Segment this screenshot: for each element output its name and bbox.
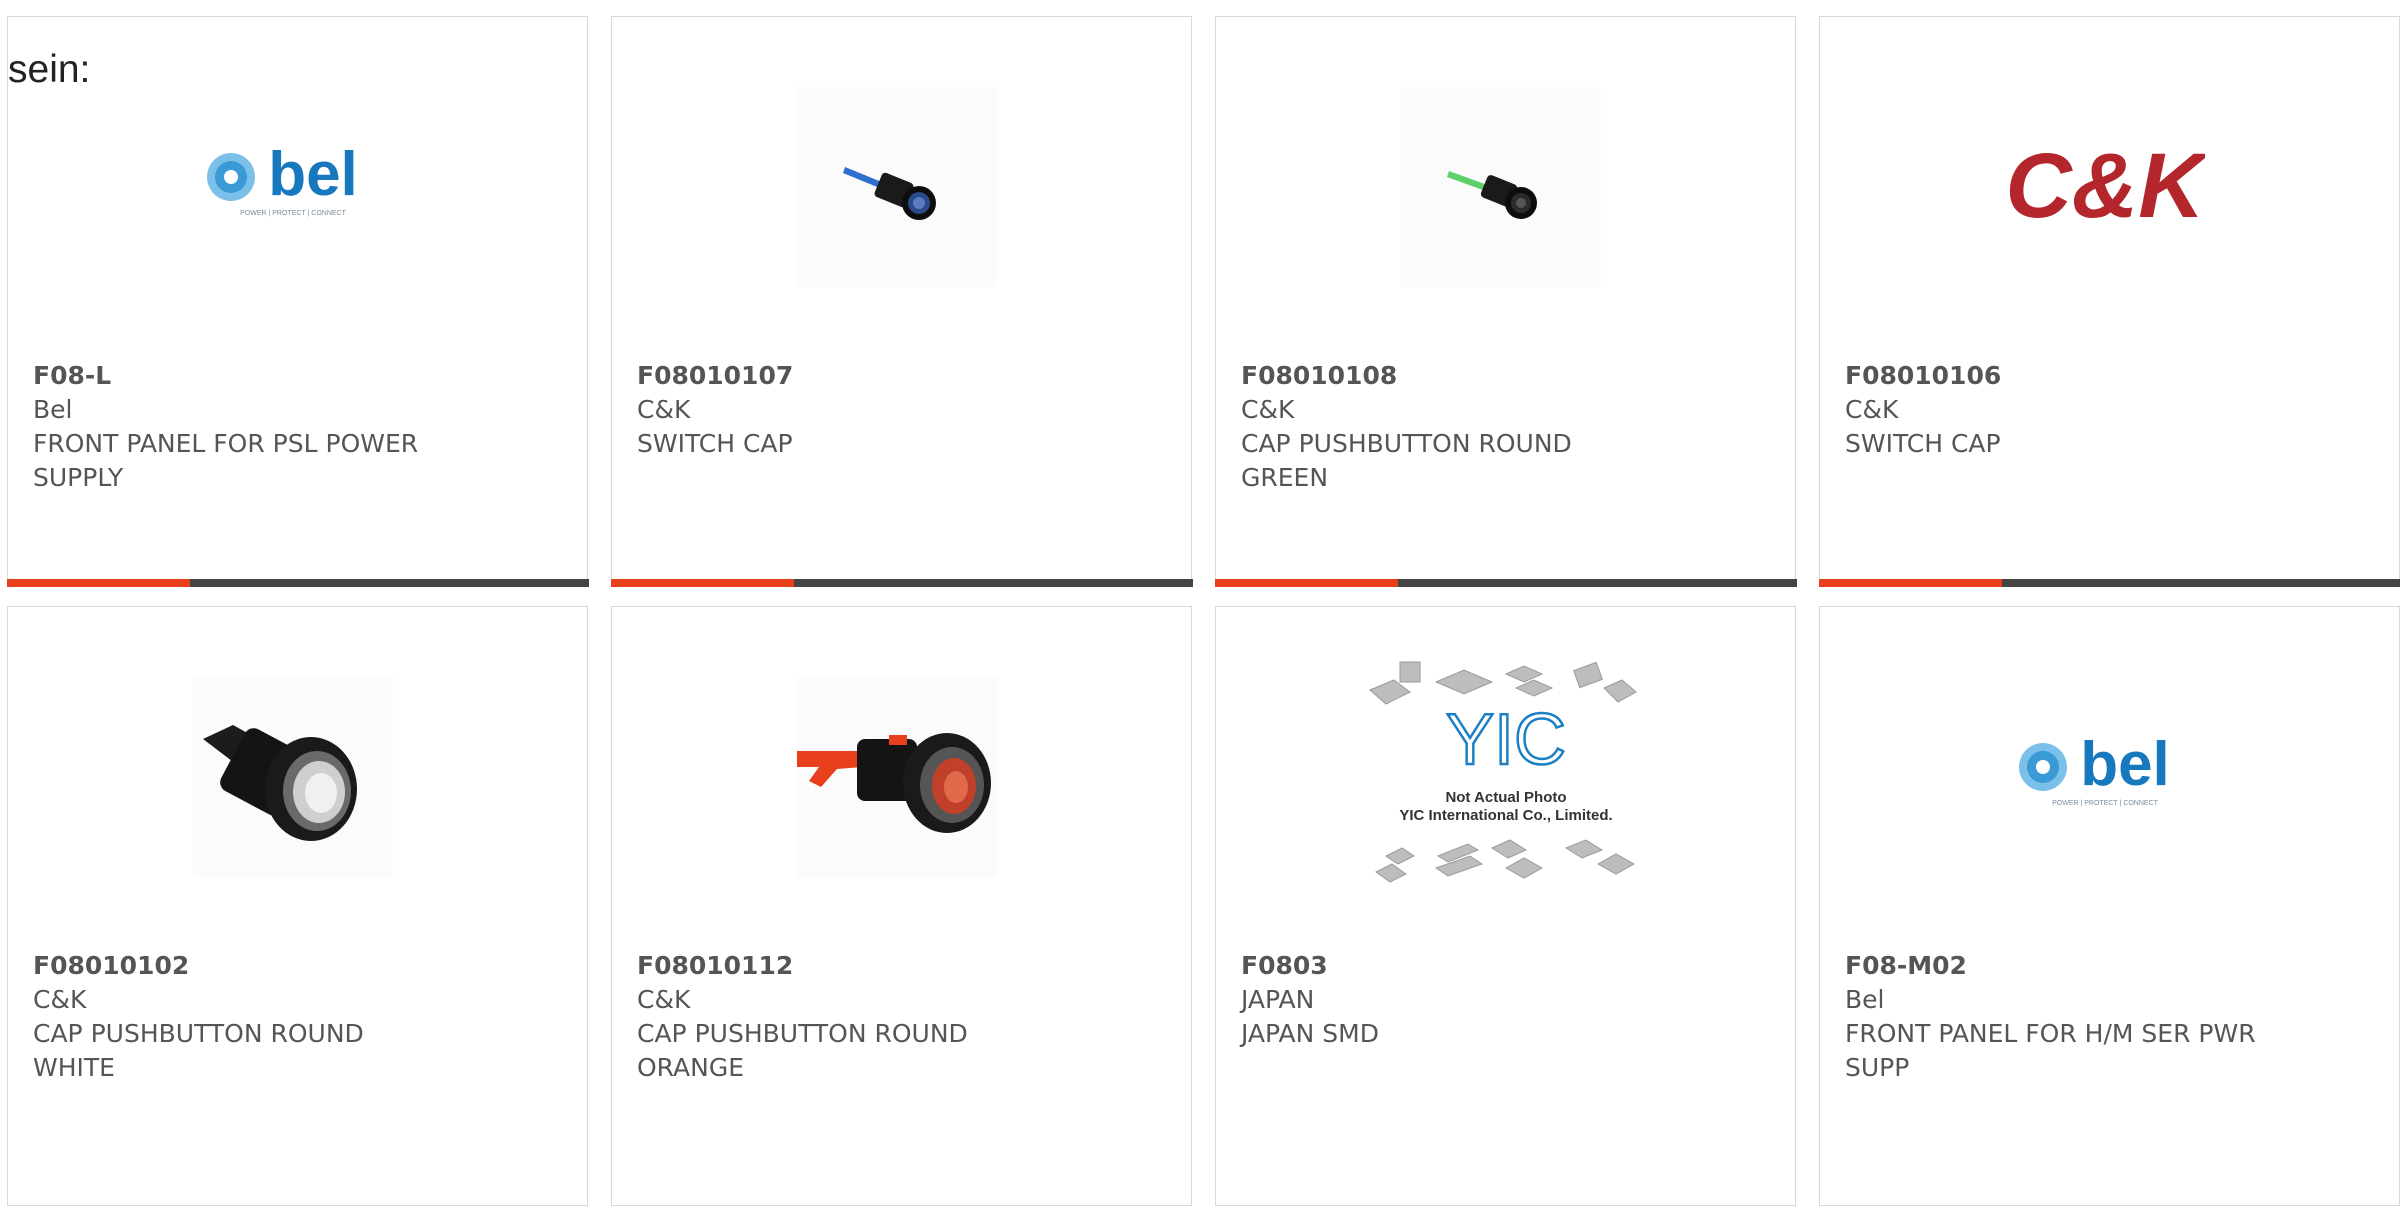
- part-number[interactable]: F08010106: [1845, 359, 2379, 393]
- description: FRONT PANEL FOR H/M SER PWR SUPP: [1845, 1017, 2265, 1085]
- svg-text:YIC International Co., Limited: YIC International Co., Limited.: [1399, 807, 1612, 824]
- svg-text:YIC: YIC: [1446, 700, 1566, 780]
- card-accent-bar: [611, 579, 1193, 587]
- svg-text:C&K: C&K: [2005, 135, 2205, 237]
- product-image[interactable]: [797, 87, 997, 287]
- product-image[interactable]: [193, 677, 393, 877]
- product-card[interactable]: bel POWER | PROTECT | CONNECT F08-M02 Be…: [1819, 606, 2400, 1206]
- svg-text:bel: bel: [2080, 730, 2170, 799]
- manufacturer: C&K: [1845, 393, 2379, 427]
- card-accent-bar: [1819, 579, 2400, 587]
- pushbutton-white-icon: [193, 677, 393, 877]
- product-image[interactable]: bel POWER | PROTECT | CONNECT: [2005, 677, 2205, 877]
- description: CAP PUSHBUTTON ROUND GREEN: [1241, 427, 1661, 495]
- product-card[interactable]: F08010107 C&K SWITCH CAP: [611, 16, 1192, 586]
- product-image[interactable]: YIC Not Actual Photo YIC International C…: [1366, 677, 1646, 877]
- part-number[interactable]: F08-L: [33, 359, 567, 393]
- part-number[interactable]: F08010102: [33, 949, 567, 983]
- pushbutton-orange-icon: [797, 677, 997, 877]
- part-number[interactable]: F08010112: [637, 949, 1171, 983]
- description: SWITCH CAP: [637, 427, 1057, 461]
- part-number[interactable]: F08-M02: [1845, 949, 2379, 983]
- card-accent-bar: [7, 579, 589, 587]
- part-number[interactable]: F0803: [1241, 949, 1775, 983]
- product-image[interactable]: C&K: [2005, 87, 2205, 287]
- product-card[interactable]: F08010108 C&K CAP PUSHBUTTON ROUND GREEN: [1215, 16, 1796, 586]
- bel-logo-icon: bel POWER | PROTECT | CONNECT: [2005, 677, 2205, 877]
- switch-cap-blue-icon: [797, 87, 997, 287]
- manufacturer: Bel: [1845, 983, 2379, 1017]
- product-image[interactable]: bel POWER | PROTECT | CONNECT: [193, 87, 393, 287]
- svg-text:POWER | PROTECT | CONNECT: POWER | PROTECT | CONNECT: [2052, 800, 2159, 807]
- manufacturer: C&K: [33, 983, 567, 1017]
- bel-logo-icon: bel POWER | PROTECT | CONNECT: [193, 87, 393, 287]
- yic-placeholder-icon: YIC Not Actual Photo YIC International C…: [1366, 652, 1646, 902]
- product-card[interactable]: bel POWER | PROTECT | CONNECT F08-L Bel …: [7, 16, 588, 586]
- product-card[interactable]: C&K F08010106 C&K SWITCH CAP: [1819, 16, 2400, 586]
- manufacturer: C&K: [637, 983, 1171, 1017]
- intro-text: sein:: [8, 44, 90, 96]
- product-card[interactable]: YIC Not Actual Photo YIC International C…: [1215, 606, 1796, 1206]
- card-accent-bar: [1215, 579, 1797, 587]
- description: JAPAN SMD: [1241, 1017, 1661, 1051]
- product-card[interactable]: F08010112 C&K CAP PUSHBUTTON ROUND ORANG…: [611, 606, 1192, 1206]
- description: CAP PUSHBUTTON ROUND ORANGE: [637, 1017, 1057, 1085]
- svg-text:POWER | PROTECT | CONNECT: POWER | PROTECT | CONNECT: [240, 210, 347, 217]
- product-image[interactable]: [1401, 87, 1601, 287]
- part-number[interactable]: F08010108: [1241, 359, 1775, 393]
- switch-cap-green-icon: [1401, 87, 1601, 287]
- part-number[interactable]: F08010107: [637, 359, 1171, 393]
- description: FRONT PANEL FOR PSL POWER SUPPLY: [33, 427, 453, 495]
- manufacturer: C&K: [1241, 393, 1775, 427]
- manufacturer: JAPAN: [1241, 983, 1775, 1017]
- svg-text:Not Actual Photo: Not Actual Photo: [1445, 789, 1566, 806]
- ck-logo-icon: C&K: [2005, 87, 2205, 287]
- svg-text:bel: bel: [268, 140, 358, 209]
- manufacturer: Bel: [33, 393, 567, 427]
- product-image[interactable]: [797, 677, 997, 877]
- product-card[interactable]: F08010102 C&K CAP PUSHBUTTON ROUND WHITE: [7, 606, 588, 1206]
- description: SWITCH CAP: [1845, 427, 2265, 461]
- manufacturer: C&K: [637, 393, 1171, 427]
- description: CAP PUSHBUTTON ROUND WHITE: [33, 1017, 453, 1085]
